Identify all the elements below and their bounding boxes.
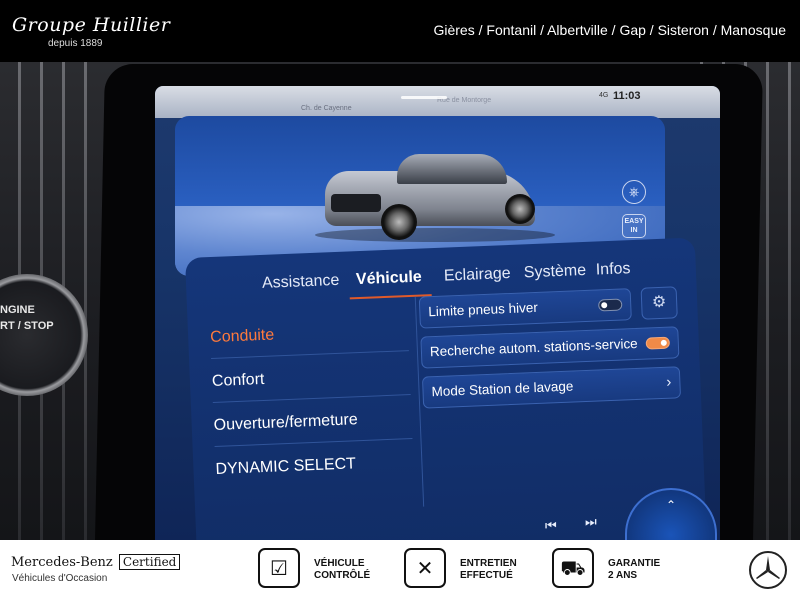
checklist-icon: ☑ [258, 548, 300, 588]
option-label: Limite pneus hiver [428, 299, 539, 320]
prev-track-icon[interactable]: ⏮ [545, 518, 557, 534]
dealer-locations: Gières / Fontanil / Albertville / Gap / … [433, 22, 786, 38]
drawer-handle[interactable] [401, 96, 447, 99]
map-strip[interactable]: Ch. de Cayenne Rue de Montorge 4G 11:03 [155, 86, 720, 118]
map-street-label: Ch. de Cayenne [301, 105, 352, 112]
badge-text: VÉHICULE CONTRÔLÉ [314, 558, 371, 581]
badge-garantie: ⛟ GARANTIE 2 ANS [552, 548, 692, 592]
tab-systeme[interactable]: Système [524, 262, 587, 282]
menu-item-confort[interactable]: Confort [211, 353, 411, 403]
option-label: Mode Station de lavage [431, 378, 574, 400]
wheel [381, 204, 417, 240]
wheel [505, 194, 535, 224]
engine-start-stop-button[interactable] [0, 274, 88, 396]
settings-panel: Assistance Véhicule Eclairage Système In… [185, 237, 707, 540]
dealer-since: depuis 1889 [48, 38, 103, 49]
car-warranty-icon: ⛟ [552, 548, 594, 588]
badge-vehicule-controle: ☑ VÉHICULE CONTRÔLÉ [258, 548, 398, 592]
option-label: Recherche autom. stations-service [429, 335, 638, 360]
gear-icon[interactable]: ⚙ [640, 286, 678, 320]
winter-tyre-toggle[interactable] [597, 298, 623, 312]
tab-eclairage[interactable]: Eclairage [444, 265, 511, 286]
menu-item-dynamic-select[interactable]: DYNAMIC SELECT [215, 441, 415, 491]
mercedes-star-logo [749, 551, 787, 589]
signal-icon: 4G [599, 92, 609, 99]
steering-wheel-icon[interactable]: ⎈ [622, 180, 646, 204]
cert-subtitle: Véhicules d'Occasion [12, 573, 108, 584]
start-stop-label: NGINE RT / STOP [0, 304, 54, 332]
badge-text: ENTRETIEN EFFECTUÉ [460, 558, 517, 581]
chevron-right-icon: › [666, 373, 672, 391]
cert-label: Certified [118, 554, 181, 570]
certification-bar: Mercedes-Benz Certified Véhicules d'Occa… [0, 540, 800, 600]
mercedes-star-icon [756, 556, 780, 579]
cert-brand: Mercedes-Benz [11, 555, 113, 570]
tools-icon: ✕ [404, 548, 446, 588]
fuel-search-toggle[interactable] [645, 336, 671, 350]
clock: 11:03 [613, 90, 641, 102]
photo-frame: Groupe Huillier depuis 1889 Gières / Fon… [0, 0, 800, 600]
infotainment-screen: Ch. de Cayenne Rue de Montorge 4G 11:03 … [155, 86, 720, 540]
tab-assistance[interactable]: Assistance [262, 272, 340, 293]
mercedes-certified-logo: Mercedes-Benz Certified [11, 554, 181, 570]
badge-text: GARANTIE 2 ANS [608, 558, 661, 581]
dealer-logo: Groupe Huillier [12, 14, 171, 36]
next-track-icon[interactable]: ⏭ [585, 514, 597, 530]
menu-item-ouverture[interactable]: Ouverture/fermeture [212, 397, 413, 447]
option-auto-fuel-search[interactable]: Recherche autom. stations-service [420, 326, 680, 369]
easy-entry-icon[interactable]: EASY IN [622, 214, 646, 238]
badge-entretien-effectue: ✕ ENTRETIEN EFFECTUÉ [404, 548, 544, 592]
tab-infos[interactable]: Infos [595, 260, 630, 279]
dealer-banner: Groupe Huillier depuis 1889 Gières / Fon… [0, 0, 800, 62]
menu-item-conduite[interactable]: Conduite [209, 309, 409, 360]
option-car-wash-mode[interactable]: Mode Station de lavage › [421, 366, 682, 409]
tab-vehicule[interactable]: Véhicule [356, 269, 422, 290]
